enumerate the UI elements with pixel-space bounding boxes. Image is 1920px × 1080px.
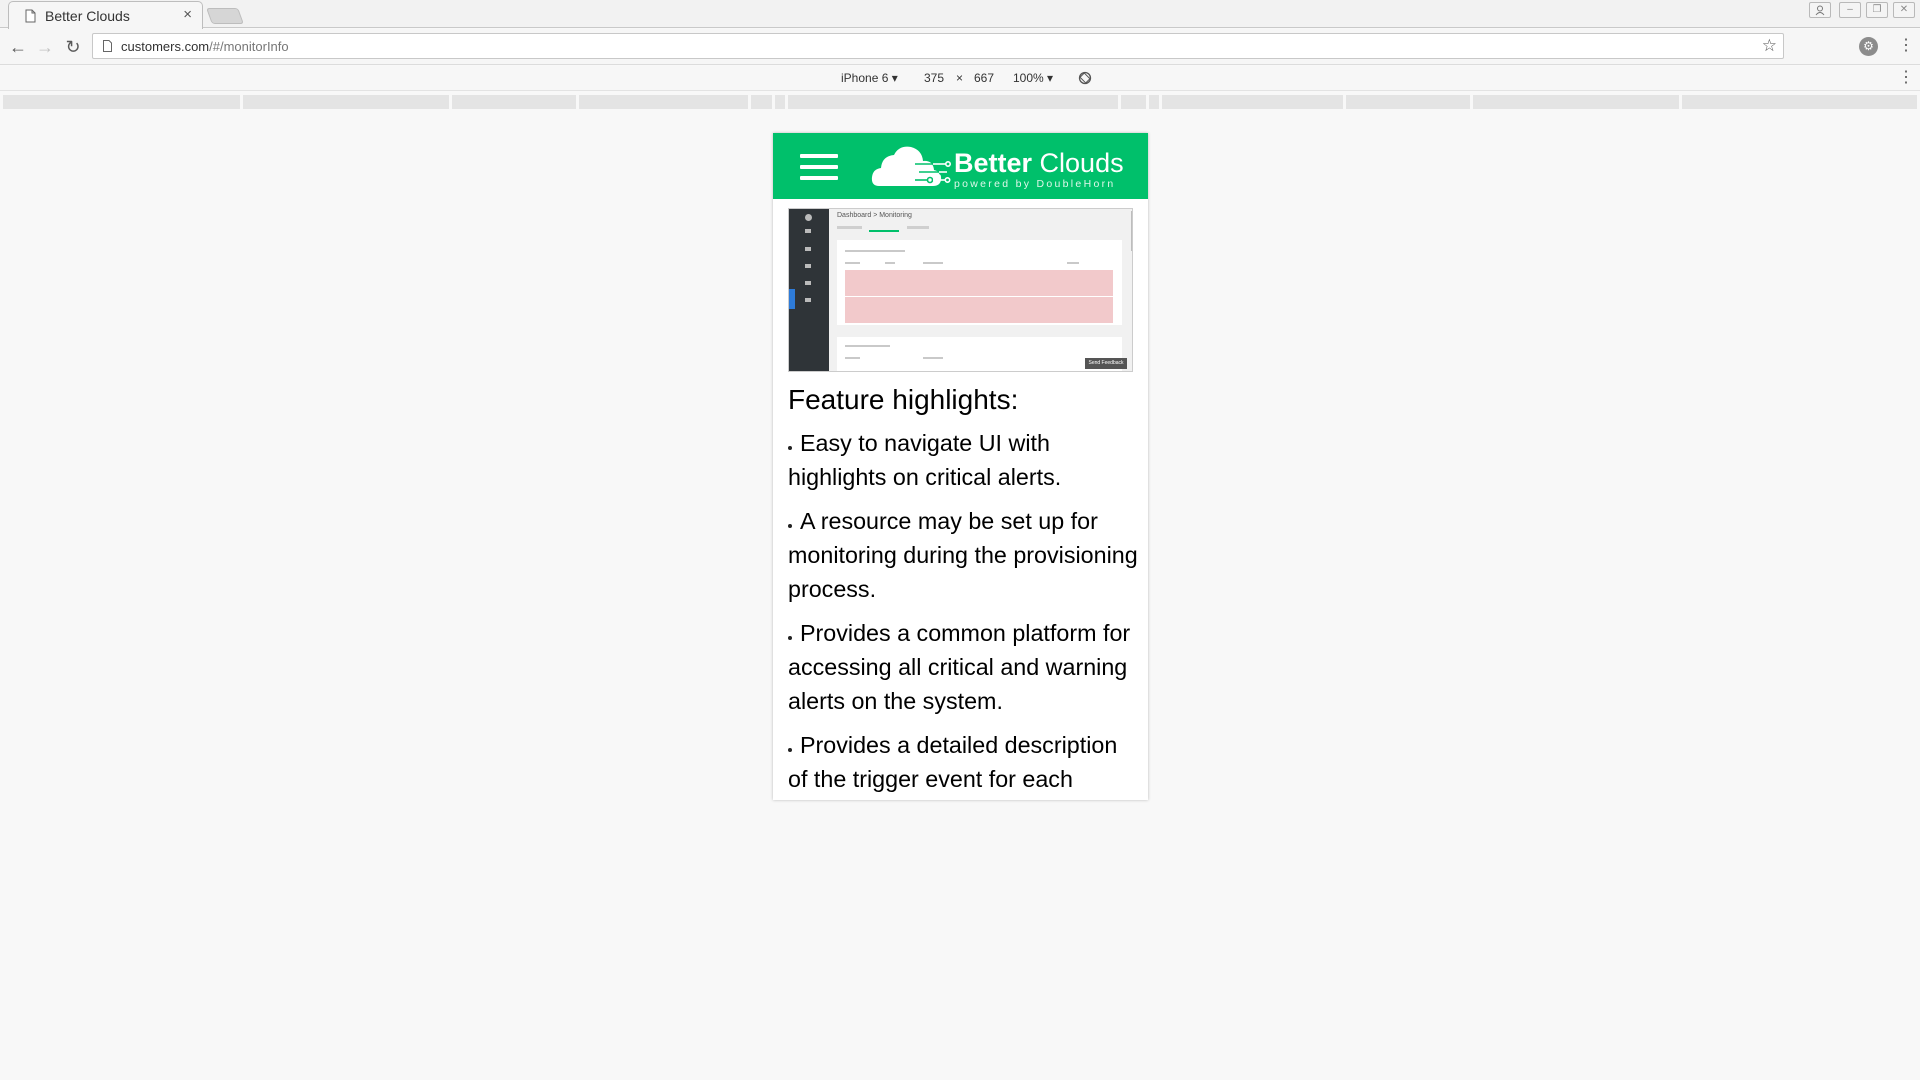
device-toolbar: iPhone 6 ▾ 375 × 667 100% ▾ ⋮: [0, 66, 1920, 91]
feature-content: Feature highlights: Easy to navigate UI …: [788, 383, 1138, 800]
media-query-segment[interactable]: [1682, 95, 1917, 109]
feature-item: Provides a detailed description of the t…: [788, 732, 1118, 792]
address-bar[interactable]: customers.com/#/monitorInfo ☆: [92, 33, 1784, 59]
device-select[interactable]: iPhone 6 ▾: [841, 71, 898, 85]
dashboard-screenshot: Dashboard > Monitoring Send Feedback: [788, 208, 1133, 372]
person-icon: [1815, 5, 1825, 16]
media-query-segment[interactable]: [3, 95, 240, 109]
media-query-segment[interactable]: [1473, 95, 1679, 109]
bookmark-star-icon[interactable]: ☆: [1762, 36, 1777, 56]
extension-icon[interactable]: ⚙: [1859, 37, 1878, 56]
device-width[interactable]: 375: [924, 71, 944, 85]
media-query-segment[interactable]: [775, 95, 785, 109]
minimize-button[interactable]: –: [1839, 2, 1861, 18]
cloud-logo-icon: [871, 146, 951, 186]
screenshot-breadcrumb: Dashboard > Monitoring: [837, 212, 912, 219]
feature-item: Provides a common platform for accessing…: [788, 620, 1131, 714]
media-query-segment[interactable]: [1346, 95, 1470, 109]
app-header: Better Clouds powered by DoubleHorn: [773, 133, 1148, 199]
logo-wordmark: Better Clouds: [954, 148, 1124, 178]
media-query-segment[interactable]: [1121, 95, 1146, 109]
media-query-segment[interactable]: [1149, 95, 1159, 109]
feature-heading: Feature highlights:: [788, 384, 1019, 415]
better-clouds-logo[interactable]: Better Clouds powered by DoubleHorn: [871, 144, 1143, 192]
media-query-segment[interactable]: [452, 95, 576, 109]
new-tab-button[interactable]: [206, 8, 244, 24]
feature-item: Easy to navigate UI with highlights on c…: [788, 430, 1062, 490]
media-query-segment[interactable]: [243, 95, 449, 109]
profile-button[interactable]: [1809, 2, 1831, 18]
reload-icon[interactable]: ↻: [63, 37, 83, 57]
media-query-segment[interactable]: [788, 95, 1118, 109]
zoom-select[interactable]: 100% ▾: [1013, 71, 1053, 85]
hamburger-menu-icon[interactable]: [800, 154, 838, 180]
close-window-button[interactable]: ✕: [1893, 2, 1915, 18]
url-text: customers.com/#/monitorInfo: [121, 39, 289, 54]
page-icon: [25, 9, 36, 23]
browser-tab-strip: Better Clouds × – ❐ ✕: [0, 0, 1920, 29]
browser-toolbar: ← → ↻ customers.com/#/monitorInfo ☆ ⚙ ⋮: [0, 29, 1920, 65]
page-icon: [103, 40, 112, 52]
media-query-bar: [0, 93, 1920, 111]
forward-arrow-icon[interactable]: →: [35, 37, 55, 57]
back-arrow-icon[interactable]: ←: [8, 37, 28, 57]
logo-tagline: powered by DoubleHorn: [954, 178, 1116, 190]
media-query-segment[interactable]: [751, 95, 772, 109]
dimension-separator: ×: [956, 71, 964, 85]
device-viewport: Better Clouds powered by DoubleHorn Dash…: [773, 133, 1148, 800]
tab-title: Better Clouds: [45, 8, 130, 24]
browser-menu-icon[interactable]: ⋮: [1898, 35, 1914, 57]
feature-item: A resource may be set up for monitoring …: [788, 508, 1138, 602]
screenshot-sidebar: [789, 209, 829, 371]
media-query-segment[interactable]: [1162, 95, 1343, 109]
media-query-segment[interactable]: [579, 95, 748, 109]
restore-button[interactable]: ❐: [1866, 2, 1888, 18]
browser-tab[interactable]: Better Clouds ×: [8, 1, 203, 29]
device-height[interactable]: 667: [974, 71, 994, 85]
rotate-icon[interactable]: [1078, 71, 1092, 85]
tab-close-icon[interactable]: ×: [183, 6, 192, 24]
screenshot-feedback-button: Send Feedback: [1085, 358, 1127, 369]
device-menu-icon[interactable]: ⋮: [1898, 67, 1914, 89]
